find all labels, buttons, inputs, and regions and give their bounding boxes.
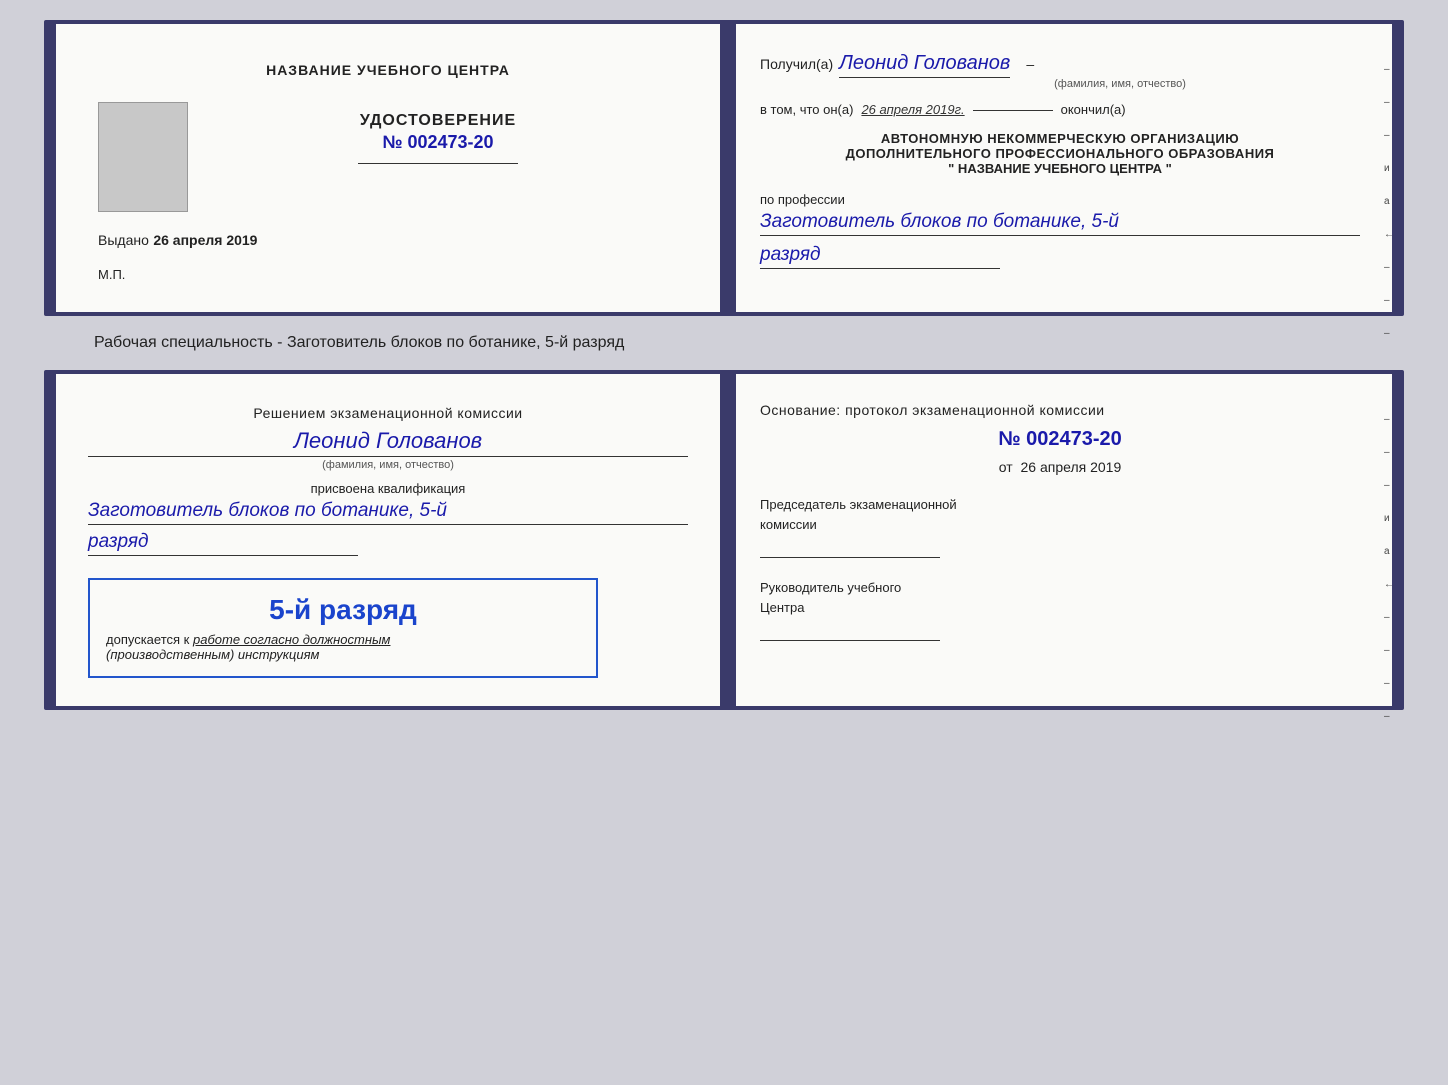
rank-bottom: разряд	[88, 531, 358, 556]
chairman-sig-line	[760, 538, 940, 558]
spine-center-top	[722, 24, 736, 312]
right-margin-marks-bottom: – – – и а ← – – – –	[1384, 414, 1394, 722]
left-binding-edge-bottom	[44, 370, 56, 710]
chairman-signature-block: Председатель экзаменационной комиссии	[760, 495, 1360, 558]
qualification-value: Заготовитель блоков по ботанике, 5-й	[88, 500, 688, 525]
bottom-document-card: Решением экзаменационной комиссии Леонид…	[44, 370, 1404, 710]
top-document-card: НАЗВАНИЕ УЧЕБНОГО ЦЕНТРА УДОСТОВЕРЕНИЕ №…	[44, 20, 1404, 316]
director-signature-block: Руководитель учебного Центра	[760, 578, 1360, 641]
stamp-allowed-cont: (производственным) инструкциям	[106, 647, 580, 662]
right-margin-marks: – – – и а ← – – –	[1384, 64, 1394, 339]
director-sig-line	[760, 621, 940, 641]
certificate-number: № 002473-20	[382, 132, 493, 153]
issued-label: Выдано	[98, 232, 149, 248]
top-doc-inner: НАЗВАНИЕ УЧЕБНОГО ЦЕНТРА УДОСТОВЕРЕНИЕ №…	[56, 20, 1392, 316]
stamp-allowed-prefix: допускается к	[106, 632, 189, 647]
stamp-box: 5-й разряд допускается к работе согласно…	[88, 578, 598, 678]
chairman-label: Председатель экзаменационной комиссии	[760, 495, 1360, 534]
stamp-rank: 5-й разряд	[106, 594, 580, 626]
certificate-title: УДОСТОВЕРЕНИЕ	[360, 112, 516, 130]
certified-date: 26 апреля 2019г.	[861, 102, 964, 117]
org-line2: ДОПОЛНИТЕЛЬНОГО ПРОФЕССИОНАЛЬНОГО ОБРАЗО…	[760, 146, 1360, 161]
profession-label-top: по профессии	[760, 192, 1360, 207]
qualification-label: присвоена квалификация	[88, 481, 688, 496]
protocol-date-prefix: от	[999, 459, 1013, 475]
mp-label: М.П.	[98, 267, 125, 282]
top-right-half: Получил(а) Леонид Голованов – (фамилия, …	[736, 24, 1392, 312]
profession-block-top: по профессии Заготовитель блоков по бота…	[760, 192, 1360, 269]
left-binding-edge	[44, 20, 56, 316]
top-left-half: НАЗВАНИЕ УЧЕБНОГО ЦЕНТРА УДОСТОВЕРЕНИЕ №…	[56, 24, 722, 312]
protocol-date: 26 апреля 2019	[1021, 459, 1122, 475]
received-label: Получил(а)	[760, 56, 833, 72]
org-line1: АВТОНОМНУЮ НЕКОММЕРЧЕСКУЮ ОРГАНИЗАЦИЮ	[760, 131, 1360, 146]
issued-date: 26 апреля 2019	[153, 232, 257, 248]
basis-title: Основание: протокол экзаменационной коми…	[760, 402, 1360, 418]
certified-end: окончил(а)	[1061, 102, 1126, 117]
institution-name-top: НАЗВАНИЕ УЧЕБНОГО ЦЕНТРА	[88, 62, 688, 78]
protocol-date-line: от 26 апреля 2019	[760, 459, 1360, 475]
recipient-name-top: Леонид Голованов	[839, 52, 1010, 78]
fio-sub-bottom: (фамилия, имя, отчество)	[88, 459, 688, 471]
commission-line1: Решением экзаменационной комиссии	[88, 402, 688, 424]
org-block: АВТОНОМНУЮ НЕКОММЕРЧЕСКУЮ ОРГАНИЗАЦИЮ ДО…	[760, 131, 1360, 176]
org-line3: " НАЗВАНИЕ УЧЕБНОГО ЦЕНТРА "	[760, 161, 1360, 176]
person-name-bottom: Леонид Голованов	[88, 428, 688, 457]
stamp-allowed: допускается к работе согласно должностны…	[106, 632, 580, 647]
photo-placeholder	[98, 102, 188, 212]
profession-value-top: Заготовитель блоков по ботанике, 5-й	[760, 211, 1360, 236]
fio-label-top: (фамилия, имя, отчество)	[880, 78, 1360, 90]
director-label: Руководитель учебного Центра	[760, 578, 1360, 617]
bottom-right-half: Основание: протокол экзаменационной коми…	[736, 374, 1392, 706]
rank-value-top: разряд	[760, 244, 1000, 269]
protocol-number: № 002473-20	[760, 428, 1360, 451]
bottom-doc-inner: Решением экзаменационной комиссии Леонид…	[56, 370, 1392, 710]
specialty-label: Рабочая специальность - Заготовитель бло…	[94, 334, 624, 351]
bottom-left-half: Решением экзаменационной комиссии Леонид…	[56, 374, 722, 706]
stamp-allowed-value: работе согласно должностным	[193, 632, 390, 647]
specialty-label-wrapper: Рабочая специальность - Заготовитель бло…	[44, 334, 1404, 352]
certified-text: в том, что он(а)	[760, 102, 853, 117]
spine-center-bottom	[722, 374, 736, 706]
